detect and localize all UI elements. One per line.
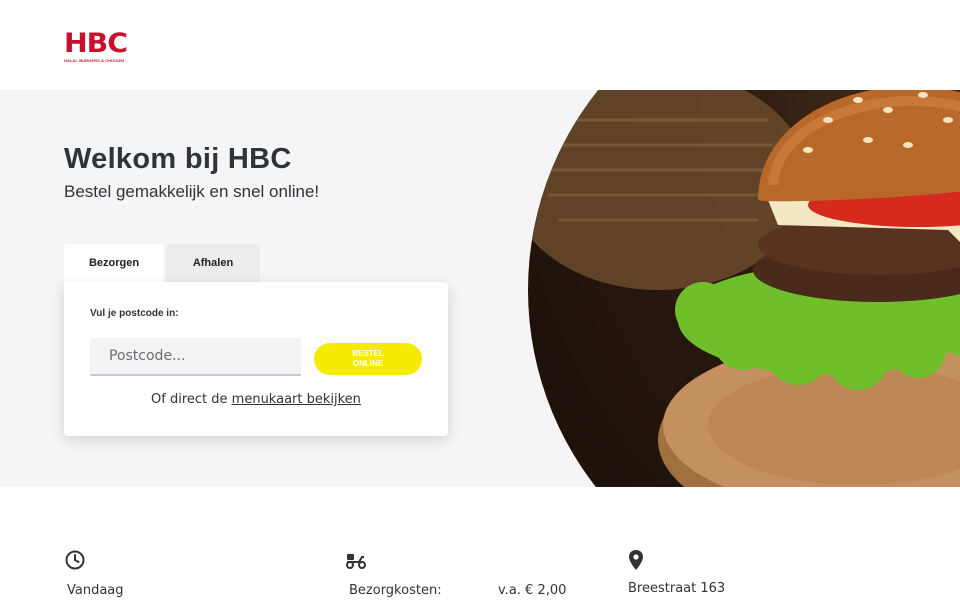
- hours-label: Vandaag: [67, 583, 124, 598]
- order-online-button[interactable]: BESTEL ONLINE: [314, 343, 422, 375]
- clock-icon: [65, 550, 85, 570]
- delivery-label: Bezorgkosten:: [349, 583, 442, 598]
- scooter-icon: [346, 554, 366, 569]
- menu-prefix: Of direct de: [151, 392, 232, 407]
- hero-title: Welkom bij HBC: [64, 143, 292, 175]
- tab-afhalen[interactable]: Afhalen: [166, 244, 260, 282]
- site-header: HBC HALAL BURGERS & CHICKEN: [0, 0, 960, 90]
- hero-section: Welkom bij HBC Bestel gemakkelijk en sne…: [0, 90, 960, 487]
- hbc-logo[interactable]: HBC HALAL BURGERS & CHICKEN: [64, 28, 128, 63]
- delivery-value: v.a. € 2,00: [498, 583, 567, 598]
- location-pin-icon: [629, 550, 643, 570]
- address-line1: Breestraat 163: [628, 581, 726, 596]
- order-online-label: BESTEL ONLINE: [352, 349, 384, 368]
- tab-bezorgen[interactable]: Bezorgen: [64, 244, 164, 282]
- hero-subtitle: Bestel gemakkelijk en snel online!: [64, 182, 320, 201]
- info-strip: Vandaag Bezorgkosten: v.a. € 2,00 Breest…: [0, 487, 960, 600]
- logo-letters: HBC: [64, 28, 128, 59]
- menu-line: Of direct de menukaart bekijken: [64, 392, 448, 407]
- burger-illustration: [528, 90, 960, 487]
- burger-photo-circle: [528, 90, 960, 487]
- postcode-label: Vul je postcode in:: [90, 308, 179, 319]
- postcode-input[interactable]: [90, 338, 301, 376]
- order-card: Vul je postcode in: BESTEL ONLINE Of dir…: [64, 282, 448, 436]
- burger-image: [528, 90, 960, 487]
- menu-link[interactable]: menukaart bekijken: [232, 392, 361, 407]
